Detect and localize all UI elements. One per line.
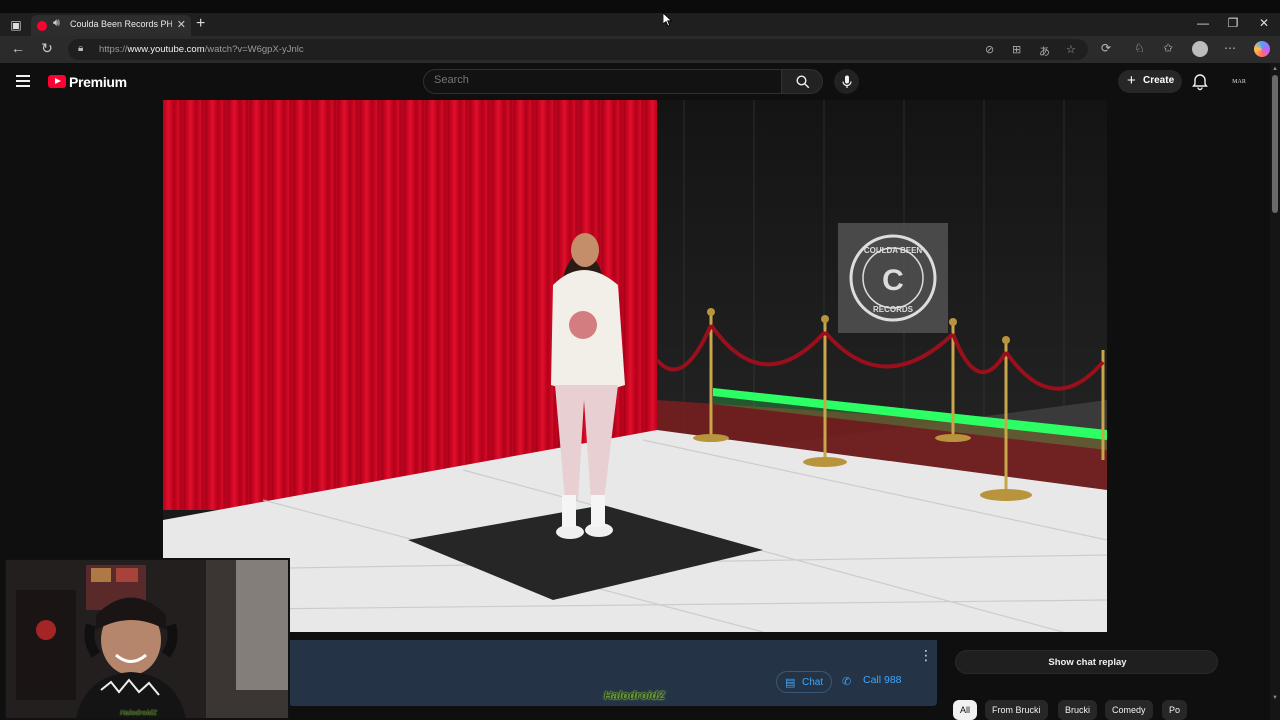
search-button[interactable] xyxy=(781,69,823,94)
lock-icon: 🔒︎ xyxy=(78,43,84,54)
browser-tab[interactable]: 🔊︎ Coulda Been Records PHILAD ✕ xyxy=(31,15,191,36)
chip-brucki[interactable]: Brucki xyxy=(1058,700,1098,720)
scroll-up-arrow-icon[interactable]: ▲ xyxy=(1272,66,1278,72)
chip-from-brucki[interactable]: From Brucki xyxy=(985,700,1048,720)
avatar[interactable]: MAR xyxy=(1227,70,1251,94)
search-icon xyxy=(796,75,810,89)
webcam-frame xyxy=(6,560,288,718)
extensions-icon[interactable]: ⟳ xyxy=(1101,41,1111,55)
search-box[interactable] xyxy=(423,69,782,94)
backdrop-logo-top: COULDA BEEN xyxy=(864,246,923,255)
tab-close-icon[interactable]: ✕ xyxy=(177,18,186,31)
more-options-icon[interactable]: ⋯ xyxy=(1224,41,1236,55)
scroll-thumb[interactable] xyxy=(1272,75,1278,213)
notifications-bell-icon[interactable] xyxy=(1191,73,1209,91)
show-chat-replay-button[interactable]: Show chat replay xyxy=(955,650,1218,674)
mouse-cursor-icon xyxy=(663,13,673,27)
webcam-overlay xyxy=(4,558,290,720)
show-chat-replay-label: Show chat replay xyxy=(1048,657,1127,668)
video-player[interactable]: COULDA BEEN C RECORDS xyxy=(163,100,1107,632)
address-bar: ← ↻ 🔒︎ https://www.youtube.com/watch?v=W… xyxy=(0,36,1280,63)
reload-icon[interactable]: ↻ xyxy=(38,40,56,57)
tab-strip: ▣ 🔊︎ Coulda Been Records PHILAD ✕ + — ❐ … xyxy=(0,13,1280,36)
browser-essentials-icon[interactable]: ♘ xyxy=(1134,41,1145,55)
favorites-icon[interactable]: ✩ xyxy=(1163,41,1173,55)
chip-all[interactable]: All xyxy=(953,700,978,720)
backdrop-logo-mark: C xyxy=(882,264,904,297)
close-window-button[interactable]: ✕ xyxy=(1249,16,1279,30)
url-field[interactable]: 🔒︎ https://www.youtube.com/watch?v=W6gpX… xyxy=(68,39,1088,60)
screen-top-edge xyxy=(0,0,1280,13)
create-label: Create xyxy=(1143,75,1175,86)
youtube-favicon-icon xyxy=(37,21,47,31)
tab-actions-icon[interactable]: ▣ xyxy=(8,17,24,33)
chip-comedy[interactable]: Comedy xyxy=(1105,700,1153,720)
copilot-icon[interactable] xyxy=(1254,41,1270,57)
youtube-logo-icon[interactable] xyxy=(48,75,66,88)
back-arrow-icon[interactable]: ← xyxy=(9,40,27,56)
search-input[interactable] xyxy=(434,74,764,86)
extensions-grid-icon[interactable]: ⊞ xyxy=(1012,43,1021,56)
new-tab-button[interactable]: + xyxy=(196,16,205,32)
speaker-icon[interactable]: 🔊︎ xyxy=(53,17,60,30)
streamer-watermark: HalodroidZ xyxy=(604,690,666,702)
menu-icon[interactable] xyxy=(16,75,30,87)
restore-button[interactable]: ❐ xyxy=(1218,16,1248,30)
youtube-logo-text[interactable]: Premium xyxy=(69,74,127,90)
call-988-link[interactable]: Call 988 xyxy=(863,674,902,686)
scroll-down-arrow-icon[interactable]: ▼ xyxy=(1272,695,1278,701)
app-available-icon[interactable]: ⊘ xyxy=(985,43,994,56)
microphone-icon xyxy=(841,75,852,88)
tab-title: Coulda Been Records PHILAD xyxy=(70,19,172,29)
chat-label: Chat xyxy=(802,677,824,688)
page-scrollbar[interactable]: ▲ ▼ xyxy=(1270,63,1280,720)
backdrop-logo-bottom: RECORDS xyxy=(873,305,914,314)
create-button[interactable]: + Create xyxy=(1118,70,1182,93)
favorite-star-icon[interactable]: ☆ xyxy=(1066,43,1076,56)
more-options-kebab-icon[interactable]: ⋮ xyxy=(919,647,933,664)
translate-icon[interactable]: あ xyxy=(1039,43,1050,59)
minimize-button[interactable]: — xyxy=(1188,16,1218,30)
chat-button[interactable]: ▤ Chat xyxy=(776,671,832,693)
youtube-header: Premium + Create MAR xyxy=(0,63,1270,100)
related-filter-chips: All From Brucki Brucki Comedy Po xyxy=(953,700,1270,720)
chat-bubble-icon: ▤ xyxy=(785,677,796,689)
chip-po[interactable]: Po xyxy=(1162,700,1188,720)
phone-icon: ✆ xyxy=(842,676,852,688)
video-frame: COULDA BEEN C RECORDS xyxy=(163,100,1107,632)
webcam-watermark: HalodroidZ xyxy=(120,710,157,717)
profile-icon[interactable] xyxy=(1192,41,1208,57)
plus-icon: + xyxy=(1127,72,1136,89)
voice-search-button[interactable] xyxy=(834,69,859,94)
url-text: https://www.youtube.com/watch?v=W6gpX-yJ… xyxy=(99,44,304,55)
